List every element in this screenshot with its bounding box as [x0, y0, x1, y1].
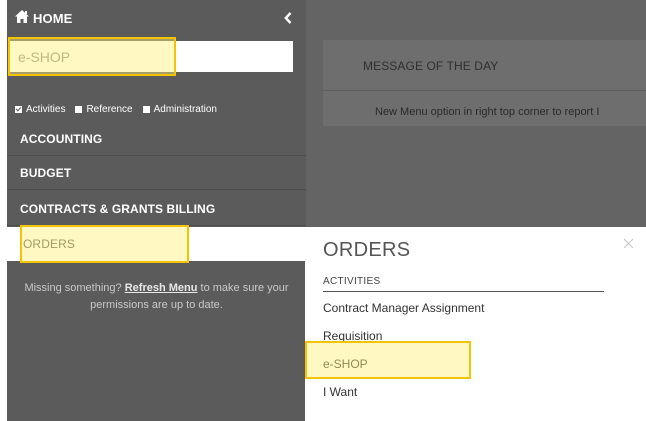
filter-administration[interactable]: Administration: [142, 104, 217, 115]
flyout-section-activities: ACTIVITIES: [323, 276, 381, 287]
app-frame: HOME Activities Reference Admi: [7, 0, 646, 421]
filter-reference[interactable]: Reference: [75, 104, 133, 115]
flyout-link-e-shop[interactable]: e-SHOP: [323, 357, 368, 371]
activities-checkbox[interactable]: [15, 106, 22, 113]
home-link[interactable]: HOME: [15, 10, 72, 26]
sidebar-item-budget[interactable]: BUDGET: [7, 156, 306, 190]
close-icon: [623, 238, 633, 248]
filter-administration-label: Administration: [153, 104, 217, 115]
divider: [323, 291, 604, 292]
home-icon: [15, 10, 33, 26]
menu-filters: Activities Reference Administration: [15, 104, 227, 115]
collapse-sidebar-button[interactable]: [281, 9, 295, 27]
refresh-note: Missing something? Refresh Menu to make …: [7, 280, 306, 314]
sidebar-item-label: ORDERS: [23, 237, 75, 251]
chevron-left-icon: [284, 12, 292, 24]
flyout-link-i-want[interactable]: I Want: [323, 385, 357, 399]
flyout-link-contract-manager-assignment[interactable]: Contract Manager Assignment: [323, 301, 484, 315]
sidebar-item-orders[interactable]: ORDERS: [7, 227, 312, 261]
refresh-menu-link[interactable]: Refresh Menu: [125, 282, 198, 294]
sidebar-item-accounting[interactable]: ACCOUNTING: [7, 122, 306, 156]
menu-search: [9, 37, 293, 74]
divider: [323, 90, 646, 91]
message-title: MESSAGE OF THE DAY: [363, 59, 499, 73]
sidebar: HOME Activities Reference Admi: [7, 0, 312, 421]
refresh-note-prefix: Missing something?: [24, 282, 125, 294]
close-flyout-button[interactable]: [622, 237, 634, 249]
sidebar-item-label: ACCOUNTING: [20, 131, 103, 146]
administration-checkbox[interactable]: [142, 106, 150, 113]
filter-activities-label: Activities: [26, 104, 66, 115]
sidebar-item-label: BUDGET: [20, 165, 72, 180]
flyout-title: ORDERS: [323, 239, 411, 261]
message-text: New Menu option in right top corner to r…: [375, 106, 600, 118]
orders-flyout: ORDERS ACTIVITIES Contract Manager Assig…: [305, 227, 646, 421]
home-bar: HOME: [7, 0, 306, 36]
menu-search-input[interactable]: [9, 41, 293, 72]
message-of-the-day-panel: MESSAGE OF THE DAY New Menu option in ri…: [323, 40, 646, 126]
filter-activities[interactable]: Activities: [15, 104, 65, 115]
filter-reference-label: Reference: [86, 104, 133, 115]
reference-checkbox[interactable]: [75, 106, 83, 113]
flyout-link-requisition[interactable]: Requisition: [323, 329, 382, 343]
sidebar-item-label: CONTRACTS & GRANTS BILLING: [20, 201, 216, 216]
sidebar-item-contracts-grants-billing[interactable]: CONTRACTS & GRANTS BILLING: [7, 192, 306, 226]
home-label: HOME: [33, 10, 73, 26]
